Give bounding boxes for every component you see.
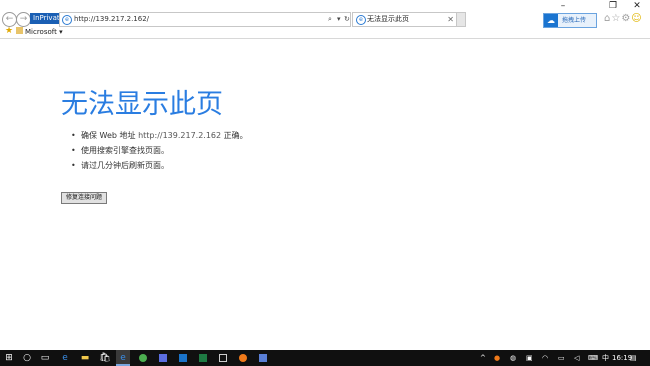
list-item: 请过几分钟后刷新页面。 bbox=[68, 158, 248, 173]
ie-icon: e bbox=[62, 15, 72, 25]
upload-label: 拖拽上传 bbox=[562, 17, 587, 24]
edge-icon[interactable]: e bbox=[58, 350, 72, 366]
folder-icon bbox=[16, 27, 23, 34]
volume-icon[interactable]: ◁ bbox=[574, 350, 579, 366]
cortana-icon[interactable]: ○ bbox=[20, 350, 34, 366]
app-icon[interactable] bbox=[156, 350, 170, 366]
search-icon[interactable]: ⌕ bbox=[328, 13, 332, 26]
keyboard-icon[interactable]: ⌨ bbox=[588, 350, 598, 366]
tray-app-icon-3[interactable]: ▣ bbox=[526, 350, 533, 366]
address-bar[interactable]: e http://139.217.2.162/ ⌕ ▾ ↻ bbox=[59, 12, 351, 27]
favorites-icon[interactable]: ☆ bbox=[611, 13, 621, 24]
new-tab-button[interactable] bbox=[456, 12, 466, 27]
smiley-icon[interactable]: ☺ bbox=[631, 13, 642, 24]
fix-connection-button[interactable]: 修复连接问题 bbox=[61, 192, 108, 204]
url-text: http://139.217.2.162 bbox=[138, 131, 222, 140]
close-window-icon[interactable]: ✕ bbox=[630, 1, 644, 11]
show-hidden-icons-icon[interactable]: ^ bbox=[480, 350, 486, 366]
start-icon[interactable]: ⊞ bbox=[2, 350, 16, 366]
outlook-icon[interactable] bbox=[176, 350, 190, 366]
maximize-icon[interactable]: ❐ bbox=[606, 1, 620, 11]
tray-app-icon-2[interactable]: ◍ bbox=[510, 350, 516, 366]
page-title: 无法显示此页 bbox=[61, 89, 223, 120]
chrome-icon[interactable] bbox=[136, 350, 150, 366]
dropdown-icon[interactable]: ▾ bbox=[337, 13, 341, 26]
task-view-icon[interactable]: ▭ bbox=[38, 350, 52, 366]
window-app-icon[interactable] bbox=[216, 350, 230, 366]
wifi-icon[interactable]: ◠ bbox=[542, 350, 548, 366]
ime-indicator[interactable]: 中 bbox=[602, 350, 609, 366]
close-tab-icon[interactable]: ✕ bbox=[447, 13, 454, 26]
excel-icon[interactable] bbox=[196, 350, 210, 366]
store-icon[interactable]: 🛍 bbox=[98, 350, 112, 366]
list-item: 使用搜索引擎查找页面。 bbox=[68, 143, 248, 158]
ie-icon: e bbox=[356, 15, 366, 25]
notifications-icon[interactable]: ▤ bbox=[630, 350, 637, 366]
tray-app-icon[interactable]: ● bbox=[494, 350, 500, 366]
browser-chrome: – ❐ ✕ ← → InPrivate e http://139.217.2.1… bbox=[0, 0, 650, 39]
back-icon[interactable]: ← bbox=[2, 12, 17, 27]
minimize-icon[interactable]: – bbox=[556, 1, 570, 11]
list-item: 确保 Web 地址 http://139.217.2.162 正确。 bbox=[68, 128, 248, 143]
battery-icon[interactable]: ▭ bbox=[558, 350, 565, 366]
tab-active[interactable]: e 无法显示此页 ✕ bbox=[352, 12, 458, 27]
forward-icon[interactable]: → bbox=[16, 12, 31, 27]
toolbar-icons: ⌂☆⚙☺ bbox=[604, 13, 643, 24]
internet-explorer-icon[interactable]: e bbox=[116, 350, 130, 366]
tab-title: 无法显示此页 bbox=[367, 15, 409, 23]
upload-extension-button[interactable]: ☁ 拖拽上传 bbox=[543, 13, 597, 28]
suggestion-list: 确保 Web 地址 http://139.217.2.162 正确。 使用搜索引… bbox=[68, 128, 248, 173]
favorites-item-microsoft[interactable]: Microsoft ▾ bbox=[25, 26, 63, 38]
settings-icon[interactable]: ⚙ bbox=[621, 13, 631, 24]
favorites-star-icon[interactable]: ★ bbox=[5, 26, 13, 36]
refresh-icon[interactable]: ↻ bbox=[344, 13, 350, 26]
taskbar: ⊞ ○ ▭ e ▬ 🛍 e ^ ● ◍ ▣ ◠ ▭ ◁ ⌨ 中 16:19 ▤ bbox=[0, 350, 650, 366]
orange-app-icon[interactable] bbox=[236, 350, 250, 366]
address-url[interactable]: http://139.217.2.162/ bbox=[74, 13, 149, 26]
cloud-upload-icon: ☁ bbox=[544, 14, 558, 27]
remote-app-icon[interactable] bbox=[256, 350, 270, 366]
file-explorer-icon[interactable]: ▬ bbox=[78, 350, 92, 366]
